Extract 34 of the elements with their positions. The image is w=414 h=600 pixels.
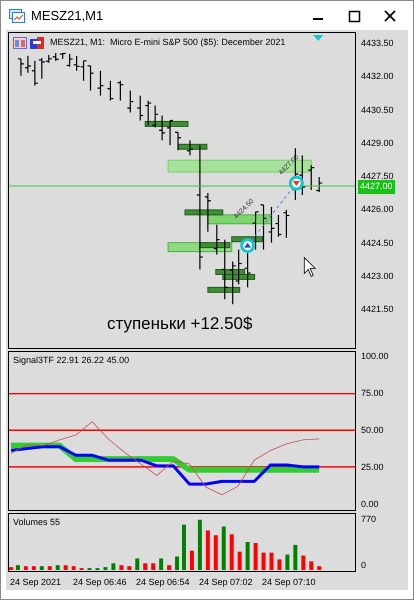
- template-icon[interactable]: [30, 36, 44, 49]
- price-label: 4423.00: [360, 270, 394, 283]
- time-label: 24 Sep 2021: [10, 576, 62, 589]
- indicator-axis-label: 50.00: [360, 424, 384, 437]
- time-label: 24 Sep 06:54: [136, 576, 190, 589]
- indicator-axis-label: 0.00: [360, 498, 379, 511]
- price-label: 4433.50: [360, 37, 394, 50]
- indicator-axis-label: 25.00: [360, 461, 384, 474]
- indicator-axis-label: 75.00: [360, 387, 384, 400]
- time-label: 24 Sep 07:10: [262, 576, 316, 589]
- time-label: 24 Sep 06:46: [73, 576, 127, 589]
- triangle-icon: [313, 34, 324, 41]
- time-label: 24 Sep 07:02: [199, 576, 253, 589]
- volume-axis-label: 0: [360, 559, 366, 572]
- price-label: 4432.00: [360, 70, 394, 83]
- app-icon: [9, 8, 25, 22]
- price-label: 4426.00: [360, 203, 394, 216]
- cursor-icon: [304, 256, 316, 277]
- annotation-text: ступеньки +12.50$: [107, 313, 252, 335]
- window-title: MESZ21,M1: [31, 6, 104, 25]
- price-label: 4429.00: [360, 137, 394, 150]
- chart-icon[interactable]: [13, 36, 27, 49]
- buy-marker-icon: [240, 238, 256, 254]
- price-label: 4421.50: [360, 303, 394, 316]
- sell-marker-icon: [288, 176, 304, 190]
- chart-header: MESZ21, M1: Micro E-mini S&P 500 ($5): December 2021: [50, 36, 286, 49]
- volume-axis-label: 770: [360, 513, 376, 526]
- price-label: 4427.50: [360, 170, 394, 182]
- price-label: 4424.50: [360, 237, 394, 250]
- price-label: 4430.50: [360, 104, 394, 117]
- current-price-tag: 4427.00: [358, 180, 395, 194]
- indicator-label: Signal3TF 22.91 26.22 45.00: [13, 354, 130, 367]
- volumes-label: Volumes 55: [13, 516, 60, 529]
- indicator-axis-label: 100.00: [360, 350, 389, 363]
